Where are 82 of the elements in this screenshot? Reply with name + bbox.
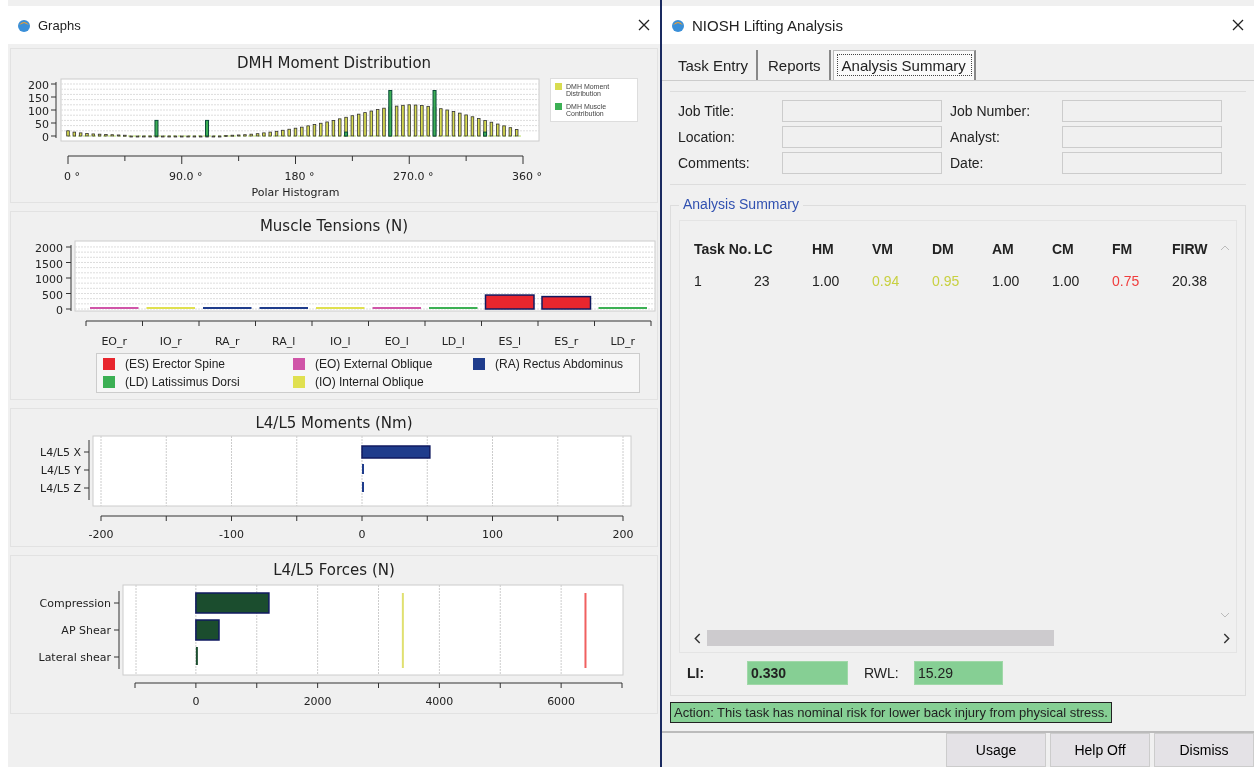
tick-label: -200 [88,528,114,541]
field-label: Job Number: [950,103,1032,119]
chart-title: Muscle Tensions (N) [258,216,410,237]
tick-label: 100 [482,528,503,541]
table-cell-text: 23 [754,273,771,289]
tick-label: -100 [219,528,244,541]
tick-label: 4000 [425,695,454,708]
column-header: DM [932,241,955,257]
tick-label: RA_r [214,335,240,348]
tick-label: 1000 [35,273,63,286]
tick-label: L4/L5 Z [40,482,81,495]
li-value: 0.330 [747,661,848,685]
tick-label: 200 [28,79,49,92]
rwl-value: 15.29 [914,661,1003,685]
tick-label: LD_r [610,335,636,348]
table-cell-text: 1.00 [1052,273,1081,289]
tick-label: EO_l [384,335,409,348]
legend-label: (IO) Internal Oblique [315,375,424,389]
group-title: Analysis Summary [679,196,803,212]
legend-label: (LD) Latissimus Dorsi [125,375,240,389]
tick-label: ES_r [554,335,579,348]
table-cell-text: 1 [694,273,703,289]
table-cell-text: 0.75 [1112,273,1141,289]
tick-label: RA_l [272,335,296,348]
field-label: Comments: [678,155,751,171]
tick-label: 0 [56,304,63,317]
tick-label: 180 ° [284,170,315,183]
column-header: Task No. [694,241,753,257]
action-message: Action: This task has nominal risk for lower back injury from physical stress. [670,702,1112,723]
tick-label: IO_l [330,335,351,348]
column-header: VM [872,241,894,257]
field-label: Job Title: [678,103,736,119]
table-cell-text: 1.00 [812,273,841,289]
column-header: LC [754,241,774,257]
tick-label: 0 [192,695,200,708]
field-label: Date: [950,155,985,171]
tick-label: 100 [28,105,49,118]
legend-label: (EO) External Oblique [315,357,433,371]
column-header: HM [812,241,835,257]
tick-label: 2000 [35,242,63,255]
tick-label: 360 ° [512,170,542,183]
field-label: Location: [678,129,736,145]
field-label: Analyst: [950,129,1001,145]
tick-label: 6000 [547,695,576,708]
table-cell-text: 0.95 [932,273,961,289]
field-label: RWL: [864,665,900,681]
tick-label: 0 ° [64,170,80,183]
tick-label: L4/L5 X [40,446,81,459]
tick-label: ES_l [498,335,521,348]
tick-label: 150 [28,92,49,105]
tick-label: 270.0 ° [393,170,434,183]
tick-label: 2000 [303,695,332,708]
chart-title: L4/L5 Moments (Nm) [254,413,414,434]
field-label: LI: [686,665,706,681]
tick-label: 200 [612,528,634,541]
column-header: FIRW [1172,241,1209,257]
tick-label: 500 [42,288,63,302]
legend-label: (RA) Rectus Abdominus [495,357,624,371]
chart-title: DMH Moment Distribution [235,53,433,74]
table-cell-text: 20.38 [1172,273,1209,289]
tick-label: L4/L5 Y [40,464,81,477]
tick-label: 1500 [35,257,63,271]
column-header: CM [1052,241,1075,257]
tick-label: AP Shear [61,624,111,637]
tick-label: 50 [35,118,49,131]
tick-label: 0 [42,131,49,144]
tick-label: Lateral shear [38,651,111,664]
tick-label: 0 [358,528,366,541]
window-title: NIOSH Lifting Analysis [692,16,844,34]
table-cell-text: 0.94 [872,273,901,289]
tick-label: IO_r [159,335,182,348]
legend-label: (ES) Erector Spine [125,357,226,371]
tick-label: LD_l [441,335,465,348]
chart-title: L4/L5 Forces (N) [272,560,396,581]
tick-label: EO_r [101,335,128,348]
tick-label: Compression [39,597,111,610]
window-title: Graphs [38,17,82,33]
table-cell-text: 1.00 [992,273,1021,289]
axis-label: Polar Histogram [251,186,340,199]
column-header: FM [1112,241,1134,257]
column-header: AM [992,241,1015,257]
tick-label: 90.0 ° [169,170,203,183]
